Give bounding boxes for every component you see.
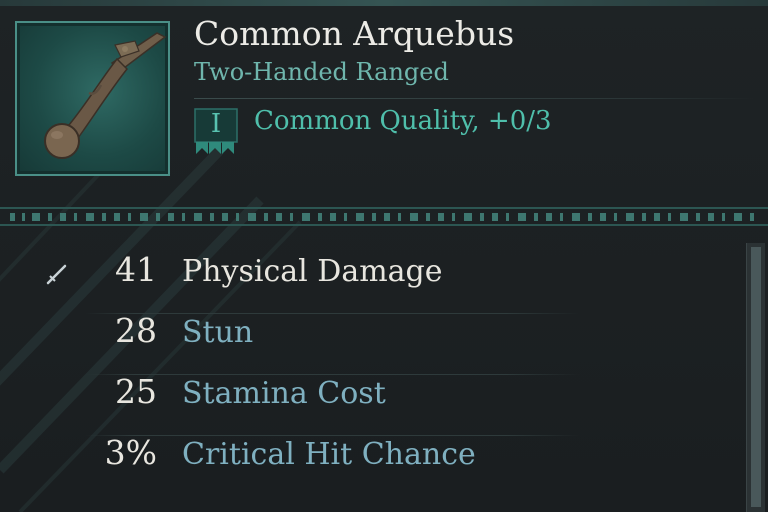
stat-row-stamina-cost: 25 Stamina Cost (0, 372, 740, 436)
stat-row-critical-hit-chance: 3% Critical Hit Chance (0, 433, 740, 493)
quality-badge: I (194, 108, 238, 155)
stat-value: 41 (115, 250, 157, 289)
item-name: Common Arquebus (194, 14, 515, 53)
header-separator (194, 98, 754, 99)
stat-label: Critical Hit Chance (182, 437, 476, 472)
sword-icon (46, 264, 67, 285)
stat-label: Stun (182, 315, 254, 350)
top-border (0, 0, 768, 6)
quality-numeral: I (210, 109, 222, 139)
stat-row-physical-damage: 41 Physical Damage (0, 250, 740, 314)
stat-value: 25 (115, 372, 157, 411)
quality-text: Common Quality, +0/3 (254, 106, 552, 136)
section-divider (0, 207, 768, 226)
stat-label: Physical Damage (182, 254, 443, 289)
scrollbar[interactable] (746, 243, 765, 512)
item-tooltip-panel: Common Arquebus Two-Handed Ranged I Comm… (0, 0, 768, 512)
stat-row-stun: 28 Stun (0, 311, 740, 375)
item-type: Two-Handed Ranged (194, 58, 449, 86)
stat-value: 3% (104, 433, 157, 472)
scrollbar-thumb[interactable] (751, 247, 761, 507)
stat-value: 28 (115, 311, 157, 350)
arquebus-icon (44, 32, 167, 159)
item-icon-frame (15, 21, 170, 176)
stat-label: Stamina Cost (182, 376, 386, 411)
